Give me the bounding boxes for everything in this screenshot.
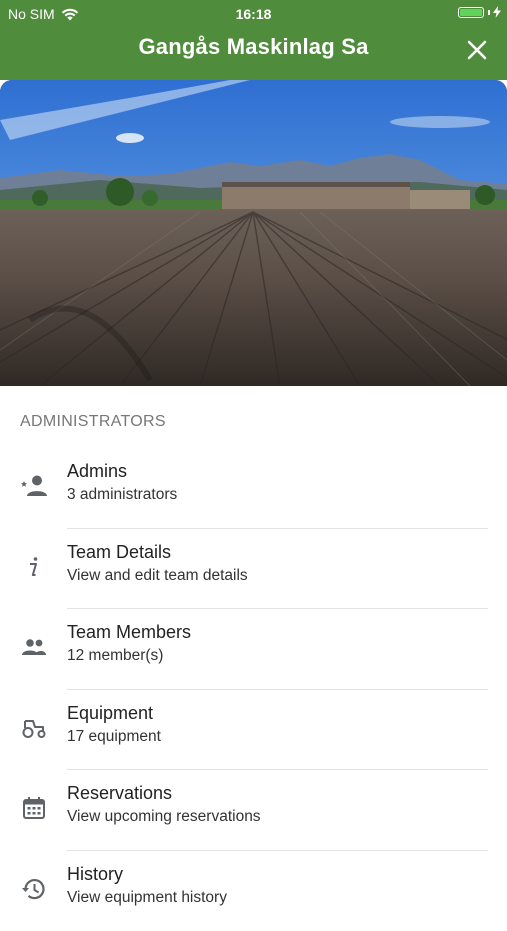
team-cover-image	[0, 80, 507, 386]
list-item-reservations[interactable]: Reservations View upcoming reservations	[0, 770, 507, 851]
list-item-history[interactable]: History View equipment history	[0, 851, 507, 931]
page-title: Gangås Maskinlag Sa	[0, 34, 507, 60]
settings-list: Admins 3 administrators Team Details Vie…	[0, 448, 507, 931]
section-header-administrators: ADMINISTRATORS	[20, 413, 166, 431]
people-icon	[20, 633, 48, 661]
item-subtitle: 3 administrators	[67, 486, 177, 504]
list-item-admins[interactable]: Admins 3 administrators	[0, 448, 507, 529]
item-subtitle: 12 member(s)	[67, 647, 163, 665]
item-subtitle: View upcoming reservations	[67, 808, 261, 826]
item-subtitle: View equipment history	[67, 889, 227, 907]
item-title: Equipment	[67, 703, 153, 724]
list-item-team-details[interactable]: Team Details View and edit team details	[0, 529, 507, 610]
nav-bar: Gangås Maskinlag Sa	[0, 28, 507, 80]
item-title: Team Details	[67, 542, 171, 563]
list-item-equipment[interactable]: Equipment 17 equipment	[0, 690, 507, 771]
status-right	[458, 6, 501, 18]
status-time: 16:18	[0, 6, 507, 22]
battery-icon	[458, 7, 484, 18]
close-icon[interactable]	[465, 38, 489, 62]
admin-person-icon	[20, 472, 48, 500]
item-title: Reservations	[67, 783, 172, 804]
tractor-icon	[20, 714, 48, 742]
list-item-team-members[interactable]: Team Members 12 member(s)	[0, 609, 507, 690]
history-icon	[20, 875, 48, 903]
item-title: Admins	[67, 461, 127, 482]
info-icon	[20, 553, 48, 581]
item-title: Team Members	[67, 622, 191, 643]
item-subtitle: View and edit team details	[67, 567, 248, 585]
charging-bolt-icon	[493, 6, 501, 18]
item-subtitle: 17 equipment	[67, 728, 161, 746]
calendar-icon	[20, 794, 48, 822]
item-title: History	[67, 864, 123, 885]
status-bar: No SIM 16:18	[0, 0, 507, 28]
